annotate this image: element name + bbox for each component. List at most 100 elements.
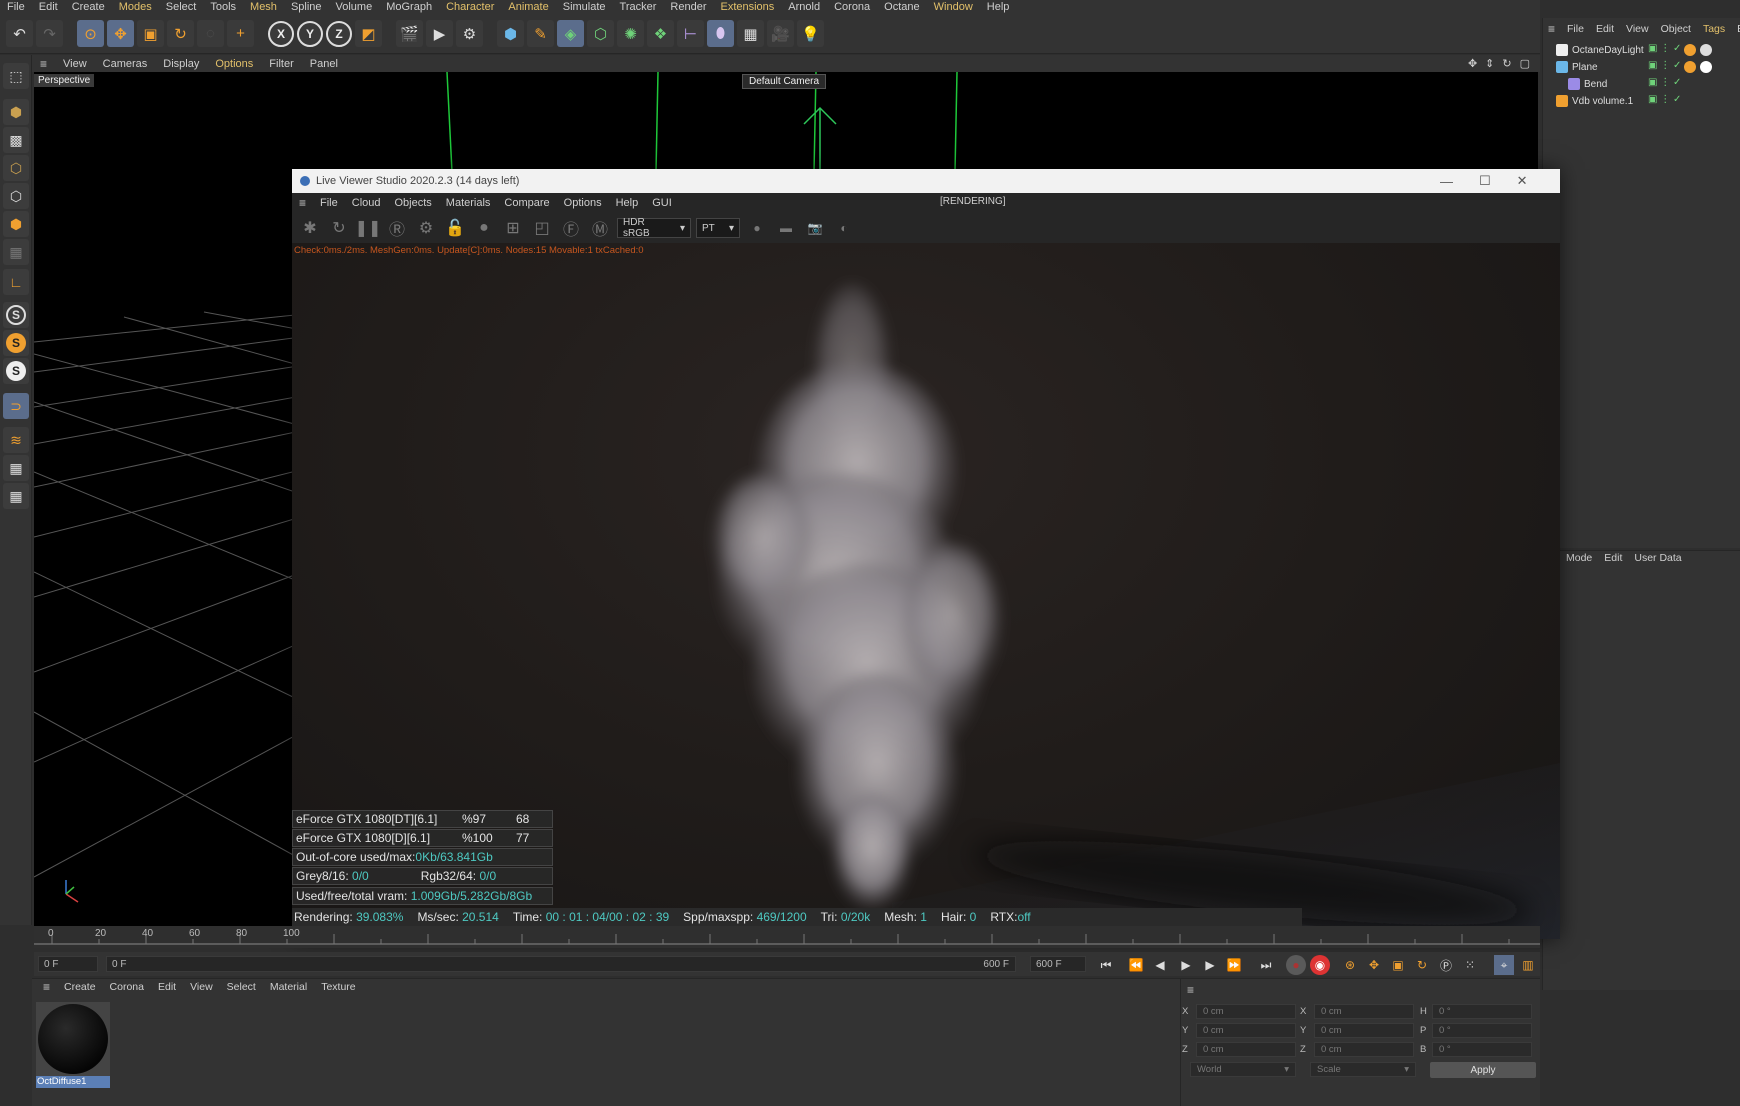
attribute-menu-edit[interactable]: Edit [1598,552,1628,564]
next-key-icon[interactable]: ⏩ [1224,955,1244,975]
live-viewer-menu-cloud[interactable]: Cloud [345,197,388,209]
material-ball-icon[interactable]: ● [472,216,496,240]
coordinate-mode-select[interactable]: Scale ▾ [1310,1062,1416,1077]
material-picker-icon[interactable]: Ⓜ [588,216,612,240]
zoom-view-icon[interactable]: ⇕ [1485,57,1494,70]
rotate-tool-icon[interactable]: ↻ [167,20,194,47]
key-scale-icon[interactable]: ▣ [1388,955,1408,975]
key-rotation-icon[interactable]: ↻ [1412,955,1432,975]
film-region-icon[interactable]: ◰ [530,216,554,240]
timeline-ruler[interactable]: 0 20 40 60 80 100 [34,926,1540,948]
coordinate-field[interactable]: 0 cm [1196,1004,1296,1019]
toggle-view-icon[interactable]: ▢ [1520,57,1530,70]
material-menu-corona[interactable]: Corona [103,981,151,993]
send-scene-icon[interactable]: ✱ [298,216,322,240]
material-menu-view[interactable]: View [183,981,220,993]
object-visibility[interactable]: ▣ ⋮ ✓ [1648,43,1681,54]
viewport-menu-options[interactable]: Options [207,58,261,70]
snapshot-icon[interactable]: 📷 [803,216,827,240]
maximize-icon[interactable]: ☐ [1479,173,1491,189]
hamburger-icon[interactable]: ≡ [32,57,55,71]
subdivision-surface-icon[interactable]: ◈ [557,20,584,47]
scale-tool-icon[interactable]: ▣ [137,20,164,47]
camera-label[interactable]: Default Camera [742,74,827,89]
start-frame-field[interactable]: 0 F [38,956,98,972]
menu-mograph[interactable]: MoGraph [379,1,439,13]
close-icon[interactable]: ✕ [1517,173,1528,189]
material-menu-select[interactable]: Select [220,981,263,993]
menu-render[interactable]: Render [663,1,713,13]
points-mode-icon[interactable]: ⬡ [3,155,29,181]
locked-workplane-icon[interactable]: ▦ [3,483,29,509]
pause-render-icon[interactable]: ❚❚ [355,216,382,240]
snap-settings-icon[interactable]: S [3,330,29,356]
attribute-menu-mode[interactable]: Mode [1560,552,1598,564]
material-menu-material[interactable]: Material [263,981,314,993]
object-tag-icon[interactable] [1684,44,1696,56]
extrude-generator-icon[interactable]: ⬡ [587,20,614,47]
live-viewer-menu-file[interactable]: File [313,197,345,209]
field-icon[interactable]: ⬮ [707,20,734,47]
render-settings-icon[interactable]: ⚙ [456,20,483,47]
hdri-icon[interactable]: ◐ [832,216,856,240]
hamburger-icon[interactable]: ≡ [292,196,313,210]
edges-mode-icon[interactable]: ⬡ [3,183,29,209]
object-visibility[interactable]: ▣ ⋮ ✓ [1648,77,1681,88]
coordinate-field[interactable]: 0 ° [1432,1023,1532,1038]
key-pla-icon[interactable]: ⁙ [1460,955,1480,975]
menu-corona[interactable]: Corona [827,1,877,13]
uv-mode-icon[interactable]: ▦ [3,239,29,265]
object-tag-icon[interactable] [1700,61,1712,73]
attribute-menu-user-data[interactable]: User Data [1628,552,1687,564]
polygons-mode-icon[interactable]: ⬢ [3,211,29,237]
menu-modes[interactable]: Modes [112,1,159,13]
menu-character[interactable]: Character [439,1,501,13]
workplane-icon[interactable]: ≋ [3,427,29,453]
coordinate-field[interactable]: 0 ° [1432,1004,1532,1019]
previous-frame-icon[interactable]: ◀ [1150,955,1170,975]
hamburger-icon[interactable]: ≡ [1187,983,1194,997]
current-frame-slider[interactable]: 0 F 600 F [106,956,1016,972]
kernel-select[interactable]: PT ▾ [696,218,740,238]
menu-create[interactable]: Create [65,1,112,13]
focus-picker-icon[interactable]: Ⓕ [559,216,583,240]
object-menu-view[interactable]: View [1620,23,1655,35]
transform-icon[interactable]: + [227,20,254,47]
object-menu-tags[interactable]: Tags [1697,23,1731,35]
coordinate-field[interactable]: 0 cm [1314,1004,1414,1019]
menu-select[interactable]: Select [159,1,204,13]
menu-spline[interactable]: Spline [284,1,329,13]
object-tag-icon[interactable] [1700,44,1712,56]
coordinate-system-icon[interactable]: ◩ [355,20,382,47]
render-picture-viewer-icon[interactable]: ▶ [426,20,453,47]
autokey-icon[interactable]: ◉ [1310,955,1330,975]
live-viewer-titlebar[interactable]: Live Viewer Studio 2020.2.3 (14 days lef… [292,169,1560,193]
material-name[interactable]: OctDiffuse1 [36,1076,110,1088]
restart-render-icon[interactable]: ↻ [327,216,351,240]
viewport-menu-display[interactable]: Display [155,58,207,70]
recent-tools-icon[interactable]: ◌ [197,20,224,47]
play-icon[interactable]: ▶ [1176,955,1196,975]
make-editable-icon[interactable]: ⬚ [3,63,29,89]
object-menu-edit[interactable]: Edit [1590,23,1620,35]
menu-edit[interactable]: Edit [32,1,65,13]
live-viewer-menu-gui[interactable]: GUI [645,197,679,209]
live-viewer-menu-help[interactable]: Help [609,197,646,209]
menu-help[interactable]: Help [980,1,1017,13]
settings-icon[interactable]: ⚙ [414,216,438,240]
light-icon[interactable]: 💡 [797,20,824,47]
z-axis-lock-button[interactable]: Z [326,20,352,47]
hamburger-icon[interactable]: ≡ [1542,22,1561,36]
object-row[interactable]: Vdb volume.1 [1556,93,1736,109]
pen-spline-icon[interactable]: ✎ [527,20,554,47]
deformer-icon[interactable]: ⊢ [677,20,704,47]
hamburger-icon[interactable]: ≡ [36,980,57,994]
move-tool-icon[interactable]: ✥ [107,20,134,47]
end-frame-field[interactable]: 600 F [1030,956,1086,972]
menu-tools[interactable]: Tools [203,1,243,13]
minimize-icon[interactable]: — [1440,174,1453,189]
grid-workplane-icon[interactable]: ▦ [3,455,29,481]
menu-window[interactable]: Window [927,1,980,13]
menu-animate[interactable]: Animate [501,1,555,13]
live-viewer-menu-objects[interactable]: Objects [388,197,439,209]
